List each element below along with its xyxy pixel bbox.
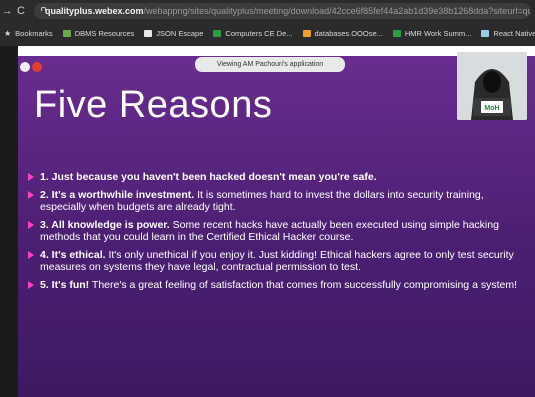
list-item: 3. All knowledge is power. Some recent h… — [28, 219, 532, 243]
star-icon: ★ — [4, 28, 12, 38]
viewer-control-dot[interactable] — [20, 62, 30, 72]
bookmark-icon — [392, 29, 401, 37]
bullet-arrow-icon — [28, 281, 34, 289]
bullet-arrow-icon — [28, 173, 34, 181]
url-path: /webappng/sites/qualityplus/meeting/down… — [143, 6, 531, 16]
list-item: 5. It's fun! There's a great feeling of … — [28, 279, 532, 291]
url-domain: qualityplus.webex.com — [45, 6, 144, 16]
reason-heading: 2. It's a worthwhile investment. — [40, 189, 195, 201]
bookmark-icon — [213, 29, 222, 37]
bookmark-label: Bookmarks — [15, 28, 53, 38]
reason-heading: 1. Just because you haven't been hacked … — [40, 171, 377, 183]
reason-heading: 4. It's ethical. — [40, 249, 106, 261]
bookmark-item[interactable]: databases.OOOse... — [302, 28, 383, 38]
address-bar[interactable]: qualityplus.webex.com /webappng/sites/qu… — [34, 3, 531, 19]
reason-heading: 5. It's fun! — [40, 279, 90, 291]
bookmark-icon — [144, 29, 153, 37]
bullet-arrow-icon — [28, 221, 34, 229]
bookmark-label: JSON Escape — [156, 28, 204, 38]
viewer-margin — [0, 46, 18, 397]
hooded-hacker-icon: MoH — [457, 52, 527, 120]
bookmark-item[interactable]: React Native — [481, 29, 535, 38]
bookmark-item[interactable]: DBMS Resources — [62, 28, 135, 38]
forward-button[interactable]: → — [0, 5, 14, 17]
bookmark-item[interactable]: Computers CE De... — [213, 28, 293, 38]
bookmark-label: React Native — [493, 28, 535, 38]
bookmark-item[interactable]: ★ Bookmarks — [4, 29, 53, 38]
presenter-image: MoH — [457, 52, 527, 120]
bullet-arrow-icon — [28, 191, 34, 199]
reason-text: There's a great feeling of satisfaction … — [89, 279, 517, 291]
list-item: 2. It's a worthwhile investment. It is s… — [28, 189, 532, 213]
reload-button[interactable]: C — [14, 5, 28, 17]
bookmark-label: DBMS Resources — [74, 28, 135, 38]
bookmark-label: HMR Work Summ... — [404, 28, 472, 38]
reasons-list: 1. Just because you haven't been hacked … — [28, 171, 532, 297]
bookmark-item[interactable]: JSON Escape — [144, 29, 203, 38]
browser-chrome: → C qualityplus.webex.com /webappng/site… — [0, 0, 535, 46]
presenter-badge-text: MoH — [484, 105, 499, 112]
slide-title: Five Reasons — [34, 84, 273, 126]
bookmark-icon — [302, 29, 311, 37]
bookmark-icon — [62, 29, 71, 37]
bookmark-icon — [481, 29, 490, 37]
sharing-banner: Viewing AM Pachouri's application — [195, 57, 345, 72]
bookmark-label: databases.OOOse... — [314, 28, 383, 38]
reason-heading: 3. All knowledge is power. — [40, 219, 170, 231]
reason-text: It's only unethical if you enjoy it. Jus… — [40, 249, 514, 273]
bookmark-label: Computers CE De... — [225, 28, 293, 38]
browser-nav-row: → C qualityplus.webex.com /webappng/site… — [0, 0, 535, 22]
bookmarks-bar: ★ Bookmarks DBMS Resources JSON Escape C… — [0, 24, 535, 42]
list-item: 1. Just because you haven't been hacked … — [28, 171, 532, 183]
record-indicator-icon[interactable] — [32, 62, 42, 72]
list-item: 4. It's ethical. It's only unethical if … — [28, 249, 532, 273]
bookmark-item[interactable]: HMR Work Summ... — [392, 28, 472, 38]
bullet-arrow-icon — [28, 251, 34, 259]
